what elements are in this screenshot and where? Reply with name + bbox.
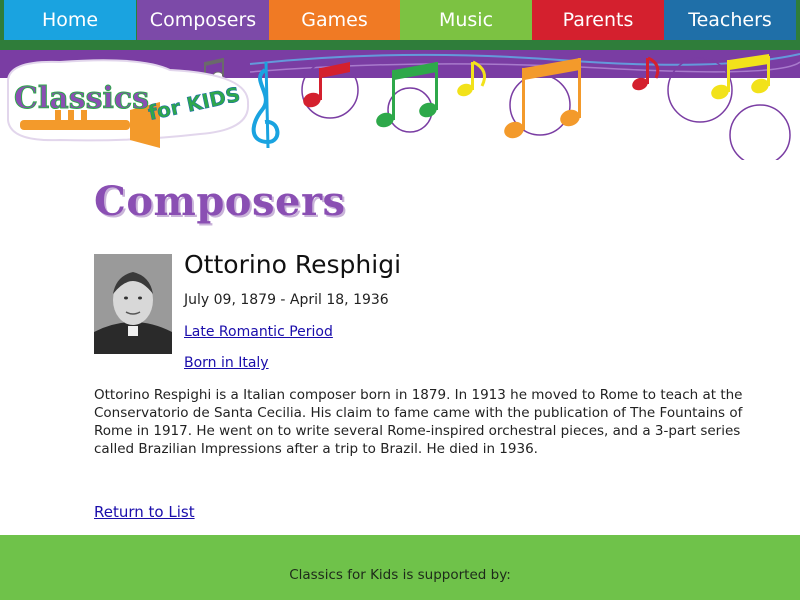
composer-dates: July 09, 1879 - April 18, 1936 [184, 292, 389, 308]
site-logo[interactable]: Classics for KIDS [7, 59, 250, 148]
logo-text: Classics [14, 81, 149, 116]
nav-teachers-label: Teachers [688, 9, 772, 31]
country-link[interactable]: Born in Italy [184, 355, 269, 371]
nav-composers[interactable]: Composers [137, 0, 269, 40]
music-note-icon [303, 62, 350, 108]
nav-games-label: Games [301, 9, 368, 31]
nav-teachers[interactable]: Teachers [664, 0, 796, 40]
nav-home-label: Home [41, 9, 99, 31]
nav-parents-label: Parents [562, 9, 634, 31]
nav-music-label: Music [438, 9, 494, 31]
treble-clef-icon [251, 61, 280, 149]
page-title: Composers [94, 178, 346, 225]
nav-games[interactable]: Games [269, 0, 400, 40]
site-footer: Classics for Kids is supported by: [0, 535, 800, 600]
nav-music[interactable]: Music [400, 0, 532, 40]
composer-bio: Ottorino Respighi is a Italian composer … [94, 387, 743, 457]
period-link[interactable]: Late Romantic Period [184, 324, 333, 340]
music-note-icon [711, 54, 770, 100]
nav-home[interactable]: Home [4, 0, 136, 40]
composer-name: Ottorino Resphigi [184, 250, 402, 279]
footer-text: Classics for Kids is supported by: [289, 567, 511, 583]
nav-parents[interactable]: Parents [532, 0, 664, 40]
nav-composers-label: Composers [149, 9, 257, 31]
return-to-list-link[interactable]: Return to List [94, 503, 195, 521]
music-note-icon [457, 60, 486, 97]
site-banner: Classics for KIDS [0, 50, 800, 160]
nav-underline [0, 40, 800, 50]
portrait-image [94, 254, 172, 354]
top-nav: Home Composers Games Music Parents Teach… [0, 0, 800, 40]
banner-art: Classics for KIDS [7, 53, 800, 160]
composer-portrait [94, 254, 172, 354]
